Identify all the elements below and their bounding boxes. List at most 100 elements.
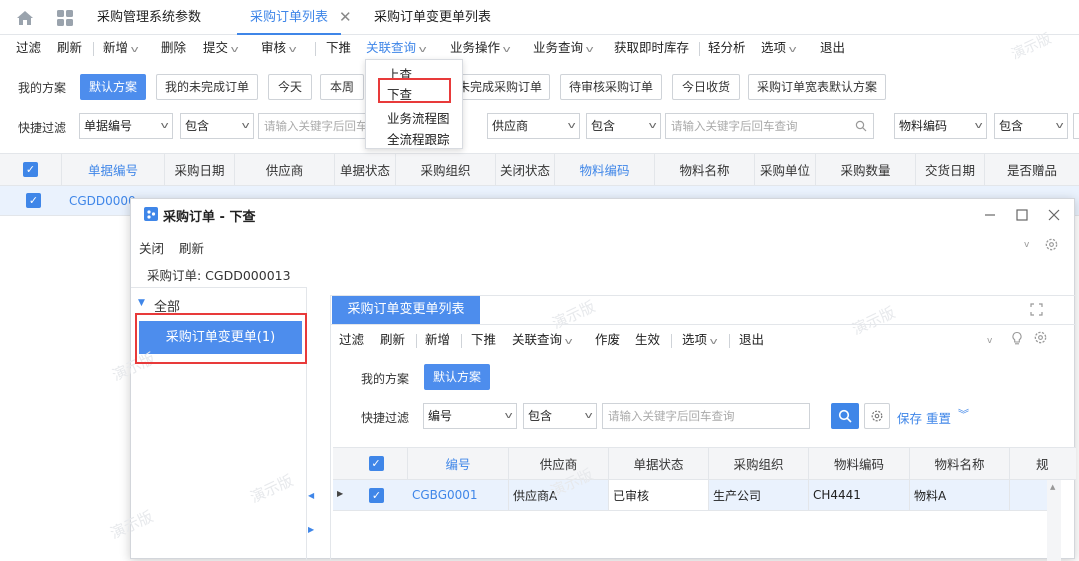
menu-business-query[interactable]: 业务查询 v	[533, 36, 594, 62]
dropdown-item-flowchart[interactable]: 业务流程图	[387, 108, 450, 127]
inner-filter-keyword-input[interactable]: 请输入关键字后回车查询	[602, 403, 810, 429]
inner-filter-op-select[interactable]: 包含 v	[523, 403, 597, 429]
scroll-up-icon[interactable]: ▲	[1050, 483, 1055, 491]
filter-op-select-3[interactable]: 包含 v	[994, 113, 1068, 139]
inner-save-scheme-button[interactable]: 保存	[897, 408, 922, 427]
cell-code[interactable]: CGBG0001	[408, 480, 509, 510]
inner-filter-settings-button[interactable]	[864, 403, 890, 429]
inner-select-all-checkbox[interactable]: ✓	[368, 456, 384, 471]
col-material-code[interactable]: 物料编码	[555, 154, 655, 185]
menu-submit[interactable]: 提交 v	[203, 36, 239, 62]
filter-keyword-input-1[interactable]: 请输入关键字后回车查询	[258, 113, 368, 139]
main-table-header: ✓ 单据编号 采购日期 供应商 单据状态 采购组织 关闭状态 物料编码 物料名称…	[0, 153, 1079, 186]
expand-more-icon[interactable]: ︾	[958, 406, 969, 422]
inner-search-button[interactable]	[831, 403, 859, 429]
row-checkbox[interactable]: ✓	[369, 488, 384, 503]
scheme-wide-table-button[interactable]: 采购订单宽表默认方案	[748, 74, 886, 100]
row-checkbox[interactable]: ✓	[26, 193, 41, 208]
dropdown-item-full-trace[interactable]: 全流程跟踪	[387, 129, 450, 148]
gear-icon[interactable]	[1044, 237, 1059, 252]
inner-menu-exit[interactable]: 退出	[739, 328, 764, 352]
fullscreen-icon[interactable]	[1030, 303, 1043, 316]
scheme-today-button[interactable]: 今天	[268, 74, 312, 100]
inner-menu-new[interactable]: 新增	[425, 328, 450, 352]
inner-menu-refresh[interactable]: 刷新	[380, 328, 405, 352]
select-all-checkbox[interactable]: ✓	[23, 162, 38, 177]
inner-col-code[interactable]: 编号	[408, 448, 509, 479]
filter-field-select-1[interactable]: 单据编号 v	[79, 113, 173, 139]
col-close-status[interactable]: 关闭状态	[496, 154, 555, 185]
inner-menu-options[interactable]: 选项 v	[682, 328, 718, 354]
vertical-scrollbar[interactable]: ▲	[1047, 480, 1061, 561]
col-bill-status[interactable]: 单据状态	[335, 154, 396, 185]
lightbulb-icon[interactable]	[1010, 331, 1024, 345]
col-purchase-qty[interactable]: 采购数量	[816, 154, 916, 185]
inner-menu-related-query[interactable]: 关联查询 v	[512, 328, 573, 354]
chevron-down-icon[interactable]: v	[1024, 240, 1029, 250]
tab-purchase-order-list[interactable]: 采购订单列表	[237, 0, 342, 35]
scheme-default-button[interactable]: 默认方案	[80, 74, 146, 100]
col-bill-no[interactable]: 单据编号	[62, 154, 165, 185]
expand-right-icon[interactable]: ▶	[308, 525, 314, 534]
search-icon[interactable]	[855, 120, 867, 132]
inner-filter-field-select[interactable]: 编号 v	[423, 403, 517, 429]
col-purchase-unit[interactable]: 采购单位	[755, 154, 816, 185]
gear-icon[interactable]	[1033, 330, 1048, 345]
filter-op-select-2[interactable]: 包含 v	[586, 113, 661, 139]
collapse-left-icon[interactable]: ◀	[308, 491, 314, 500]
col-purchase-date[interactable]: 采购日期	[165, 154, 235, 185]
tab-order-change-list[interactable]: 采购订单变更单列表	[374, 0, 491, 35]
inner-col-supplier[interactable]: 供应商	[509, 448, 609, 479]
inner-col-bill-status[interactable]: 单据状态	[609, 448, 709, 479]
scheme-today-receipt-button[interactable]: 今日收货	[672, 74, 740, 100]
col-delivery-date[interactable]: 交货日期	[916, 154, 985, 185]
inner-menu-void[interactable]: 作废	[595, 328, 620, 352]
inner-col-material-name[interactable]: 物料名称	[910, 448, 1010, 479]
menu-push-down[interactable]: 下推	[326, 36, 351, 60]
dialog-close-button[interactable]: 关闭	[139, 238, 164, 257]
col-purchase-org[interactable]: 采购组织	[396, 154, 496, 185]
menu-exit[interactable]: 退出	[820, 36, 845, 60]
menu-options[interactable]: 选项 v	[761, 36, 797, 62]
inner-col-purchase-org[interactable]: 采购组织	[709, 448, 809, 479]
tab-purchase-params[interactable]: 采购管理系统参数	[97, 0, 201, 35]
close-icon[interactable]	[1047, 208, 1061, 222]
menu-delete[interactable]: 删除	[161, 36, 186, 60]
menu-related-query-label: 关联查询	[366, 40, 417, 55]
inner-menu-filter[interactable]: 过滤	[339, 328, 364, 352]
inner-tab-change-list[interactable]: 采购订单变更单列表	[332, 296, 480, 324]
inner-col-material-code[interactable]: 物料编码	[809, 448, 910, 479]
menu-light-analysis[interactable]: 轻分析	[708, 36, 746, 60]
col-is-gift[interactable]: 是否赠品	[985, 154, 1079, 185]
menu-audit[interactable]: 审核 v	[261, 36, 297, 62]
filter-field-select-2[interactable]: 供应商 v	[487, 113, 580, 139]
filter-keyword-input-3[interactable]	[1073, 113, 1079, 139]
maximize-icon[interactable]	[1015, 208, 1029, 222]
filter-op-select-1[interactable]: 包含 v	[180, 113, 254, 139]
menu-filter[interactable]: 过滤	[16, 36, 41, 60]
col-supplier[interactable]: 供应商	[235, 154, 335, 185]
minimize-icon[interactable]	[983, 208, 997, 222]
dialog-refresh-button[interactable]: 刷新	[179, 238, 204, 257]
close-tab-icon[interactable]: ✕	[339, 0, 352, 35]
inner-menu-push-down[interactable]: 下推	[471, 328, 496, 352]
home-icon[interactable]	[15, 8, 35, 28]
menu-get-stock[interactable]: 获取即时库存	[614, 36, 689, 60]
scheme-my-unfinished-button[interactable]: 我的未完成订单	[156, 74, 258, 100]
apps-grid-icon[interactable]	[55, 8, 75, 28]
inner-menu-effective[interactable]: 生效	[635, 328, 660, 352]
scheme-this-week-button[interactable]: 本周	[320, 74, 364, 100]
inner-col-spec[interactable]: 规	[1010, 448, 1076, 479]
inner-reset-button[interactable]: 重置	[926, 408, 951, 427]
chevron-down-icon[interactable]: v	[987, 336, 992, 346]
row-bill-no[interactable]: CGDD0000	[69, 194, 136, 208]
menu-refresh[interactable]: 刷新	[57, 36, 82, 60]
filter-field-select-3[interactable]: 物料编码 v	[894, 113, 987, 139]
tree-expand-icon[interactable]: ▼	[138, 298, 145, 308]
menu-new[interactable]: 新增 v	[103, 36, 139, 62]
table-row[interactable]: ▶ ✓ CGBG0001 供应商A 已审核 生产公司 CH4441 物料A	[333, 480, 1047, 511]
inner-scheme-default-button[interactable]: 默认方案	[424, 364, 490, 390]
col-material-name[interactable]: 物料名称	[655, 154, 755, 185]
filter-keyword-input-2[interactable]: 请输入关键字后回车查询	[665, 113, 874, 139]
scheme-pending-audit-button[interactable]: 待审核采购订单	[560, 74, 662, 100]
